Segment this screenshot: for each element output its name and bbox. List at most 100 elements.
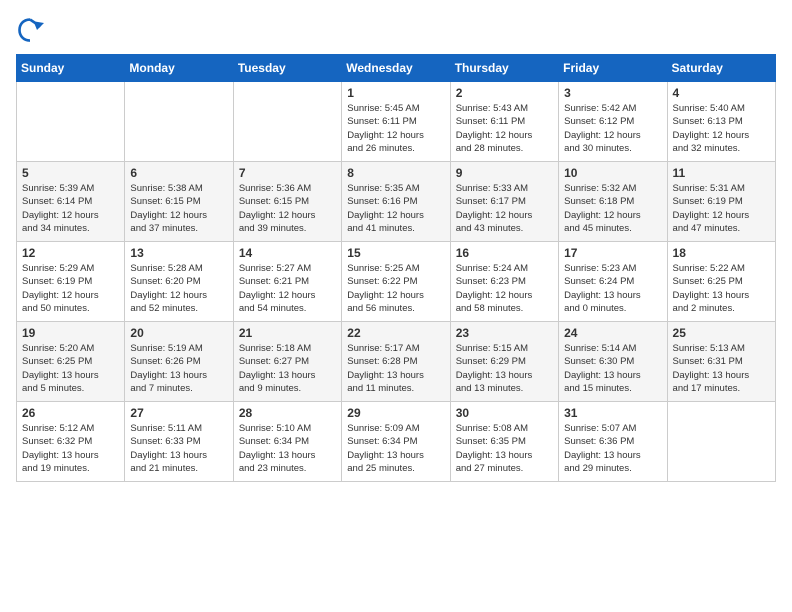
calendar-cell: 22 Sunrise: 5:17 AM Sunset: 6:28 PM Dayli… (342, 322, 450, 402)
day-info: Sunrise: 5:20 AM Sunset: 6:25 PM Dayligh… (22, 342, 119, 395)
header (16, 16, 776, 44)
day-info: Sunrise: 5:36 AM Sunset: 6:15 PM Dayligh… (239, 182, 336, 235)
calendar-cell: 7 Sunrise: 5:36 AM Sunset: 6:15 PM Daylig… (233, 162, 341, 242)
day-number: 31 (564, 406, 661, 420)
calendar-cell: 14 Sunrise: 5:27 AM Sunset: 6:21 PM Dayli… (233, 242, 341, 322)
calendar-cell: 5Sunrise: 5:39 AM Sunset: 6:14 PM Daylig… (17, 162, 125, 242)
week-row-4: 19 Sunrise: 5:20 AM Sunset: 6:25 PM Dayli… (17, 322, 776, 402)
calendar-cell: 31 Sunrise: 5:07 AM Sunset: 6:36 PM Dayli… (559, 402, 667, 482)
weekday-header-wednesday: Wednesday (342, 55, 450, 82)
day-info: Sunrise: 5:15 AM Sunset: 6:29 PM Dayligh… (456, 342, 553, 395)
calendar-cell: 9 Sunrise: 5:33 AM Sunset: 6:17 PM Daylig… (450, 162, 558, 242)
day-number: 16 (456, 246, 553, 260)
day-number: 26 (22, 406, 119, 420)
weekday-header-tuesday: Tuesday (233, 55, 341, 82)
day-info: Sunrise: 5:23 AM Sunset: 6:24 PM Dayligh… (564, 262, 661, 315)
day-info: Sunrise: 5:45 AM Sunset: 6:11 PM Dayligh… (347, 102, 444, 155)
calendar-cell: 10 Sunrise: 5:32 AM Sunset: 6:18 PM Dayli… (559, 162, 667, 242)
calendar-cell: 13Sunrise: 5:28 AM Sunset: 6:20 PM Dayli… (125, 242, 233, 322)
weekday-header-thursday: Thursday (450, 55, 558, 82)
day-info: Sunrise: 5:32 AM Sunset: 6:18 PM Dayligh… (564, 182, 661, 235)
weekday-header-monday: Monday (125, 55, 233, 82)
day-number: 9 (456, 166, 553, 180)
calendar-cell (17, 82, 125, 162)
day-number: 22 (347, 326, 444, 340)
day-info: Sunrise: 5:18 AM Sunset: 6:27 PM Dayligh… (239, 342, 336, 395)
calendar-cell: 28 Sunrise: 5:10 AM Sunset: 6:34 PM Dayli… (233, 402, 341, 482)
calendar-cell: 16 Sunrise: 5:24 AM Sunset: 6:23 PM Dayli… (450, 242, 558, 322)
calendar-cell: 20 Sunrise: 5:19 AM Sunset: 6:26 PM Dayli… (125, 322, 233, 402)
day-number: 10 (564, 166, 661, 180)
calendar-cell: 3 Sunrise: 5:42 AM Sunset: 6:12 PM Daylig… (559, 82, 667, 162)
day-info: Sunrise: 5:19 AM Sunset: 6:26 PM Dayligh… (130, 342, 227, 395)
day-number: 2 (456, 86, 553, 100)
calendar-cell: 24 Sunrise: 5:14 AM Sunset: 6:30 PM Dayli… (559, 322, 667, 402)
day-info: Sunrise: 5:39 AM Sunset: 6:14 PM Dayligh… (22, 182, 119, 235)
day-info: Sunrise: 5:17 AM Sunset: 6:28 PM Dayligh… (347, 342, 444, 395)
logo-icon (16, 16, 44, 44)
day-number: 11 (673, 166, 770, 180)
calendar-cell: 1 Sunrise: 5:45 AM Sunset: 6:11 PM Daylig… (342, 82, 450, 162)
day-info: Sunrise: 5:09 AM Sunset: 6:34 PM Dayligh… (347, 422, 444, 475)
day-info: Sunrise: 5:31 AM Sunset: 6:19 PM Dayligh… (673, 182, 770, 235)
day-number: 6 (130, 166, 227, 180)
weekday-header-sunday: Sunday (17, 55, 125, 82)
day-number: 12 (22, 246, 119, 260)
calendar-cell: 30 Sunrise: 5:08 AM Sunset: 6:35 PM Dayli… (450, 402, 558, 482)
calendar-cell: 25Sunrise: 5:13 AM Sunset: 6:31 PM Dayli… (667, 322, 775, 402)
day-info: Sunrise: 5:24 AM Sunset: 6:23 PM Dayligh… (456, 262, 553, 315)
calendar-cell: 29 Sunrise: 5:09 AM Sunset: 6:34 PM Dayli… (342, 402, 450, 482)
day-number: 24 (564, 326, 661, 340)
calendar-cell: 19 Sunrise: 5:20 AM Sunset: 6:25 PM Dayli… (17, 322, 125, 402)
calendar-cell: 8Sunrise: 5:35 AM Sunset: 6:16 PM Daylig… (342, 162, 450, 242)
week-row-5: 26 Sunrise: 5:12 AM Sunset: 6:32 PM Dayli… (17, 402, 776, 482)
day-info: Sunrise: 5:27 AM Sunset: 6:21 PM Dayligh… (239, 262, 336, 315)
calendar-cell: 4Sunrise: 5:40 AM Sunset: 6:13 PM Daylig… (667, 82, 775, 162)
day-number: 28 (239, 406, 336, 420)
day-info: Sunrise: 5:22 AM Sunset: 6:25 PM Dayligh… (673, 262, 770, 315)
calendar-cell: 17 Sunrise: 5:23 AM Sunset: 6:24 PM Dayli… (559, 242, 667, 322)
calendar-cell: 26 Sunrise: 5:12 AM Sunset: 6:32 PM Dayli… (17, 402, 125, 482)
weekday-header-friday: Friday (559, 55, 667, 82)
day-info: Sunrise: 5:07 AM Sunset: 6:36 PM Dayligh… (564, 422, 661, 475)
day-info: Sunrise: 5:35 AM Sunset: 6:16 PM Dayligh… (347, 182, 444, 235)
day-info: Sunrise: 5:43 AM Sunset: 6:11 PM Dayligh… (456, 102, 553, 155)
logo (16, 16, 48, 44)
day-info: Sunrise: 5:13 AM Sunset: 6:31 PM Dayligh… (673, 342, 770, 395)
day-info: Sunrise: 5:11 AM Sunset: 6:33 PM Dayligh… (130, 422, 227, 475)
day-info: Sunrise: 5:28 AM Sunset: 6:20 PM Dayligh… (130, 262, 227, 315)
day-number: 23 (456, 326, 553, 340)
day-info: Sunrise: 5:33 AM Sunset: 6:17 PM Dayligh… (456, 182, 553, 235)
calendar-cell (233, 82, 341, 162)
calendar-cell: 2 Sunrise: 5:43 AM Sunset: 6:11 PM Daylig… (450, 82, 558, 162)
day-number: 18 (673, 246, 770, 260)
calendar-cell (125, 82, 233, 162)
day-info: Sunrise: 5:42 AM Sunset: 6:12 PM Dayligh… (564, 102, 661, 155)
calendar-cell: 12 Sunrise: 5:29 AM Sunset: 6:19 PM Dayli… (17, 242, 125, 322)
day-number: 20 (130, 326, 227, 340)
day-number: 3 (564, 86, 661, 100)
week-row-1: 1 Sunrise: 5:45 AM Sunset: 6:11 PM Daylig… (17, 82, 776, 162)
day-number: 7 (239, 166, 336, 180)
calendar-cell (667, 402, 775, 482)
day-number: 19 (22, 326, 119, 340)
weekday-header-row: SundayMondayTuesdayWednesdayThursdayFrid… (17, 55, 776, 82)
week-row-2: 5Sunrise: 5:39 AM Sunset: 6:14 PM Daylig… (17, 162, 776, 242)
calendar-cell: 15Sunrise: 5:25 AM Sunset: 6:22 PM Dayli… (342, 242, 450, 322)
day-info: Sunrise: 5:10 AM Sunset: 6:34 PM Dayligh… (239, 422, 336, 475)
day-info: Sunrise: 5:14 AM Sunset: 6:30 PM Dayligh… (564, 342, 661, 395)
day-number: 30 (456, 406, 553, 420)
calendar-cell: 11 Sunrise: 5:31 AM Sunset: 6:19 PM Dayli… (667, 162, 775, 242)
day-info: Sunrise: 5:12 AM Sunset: 6:32 PM Dayligh… (22, 422, 119, 475)
weekday-header-saturday: Saturday (667, 55, 775, 82)
day-info: Sunrise: 5:08 AM Sunset: 6:35 PM Dayligh… (456, 422, 553, 475)
calendar-cell: 23 Sunrise: 5:15 AM Sunset: 6:29 PM Dayli… (450, 322, 558, 402)
day-number: 15 (347, 246, 444, 260)
day-number: 1 (347, 86, 444, 100)
day-number: 27 (130, 406, 227, 420)
day-info: Sunrise: 5:29 AM Sunset: 6:19 PM Dayligh… (22, 262, 119, 315)
day-number: 17 (564, 246, 661, 260)
day-number: 14 (239, 246, 336, 260)
day-number: 29 (347, 406, 444, 420)
calendar-cell: 27 Sunrise: 5:11 AM Sunset: 6:33 PM Dayli… (125, 402, 233, 482)
